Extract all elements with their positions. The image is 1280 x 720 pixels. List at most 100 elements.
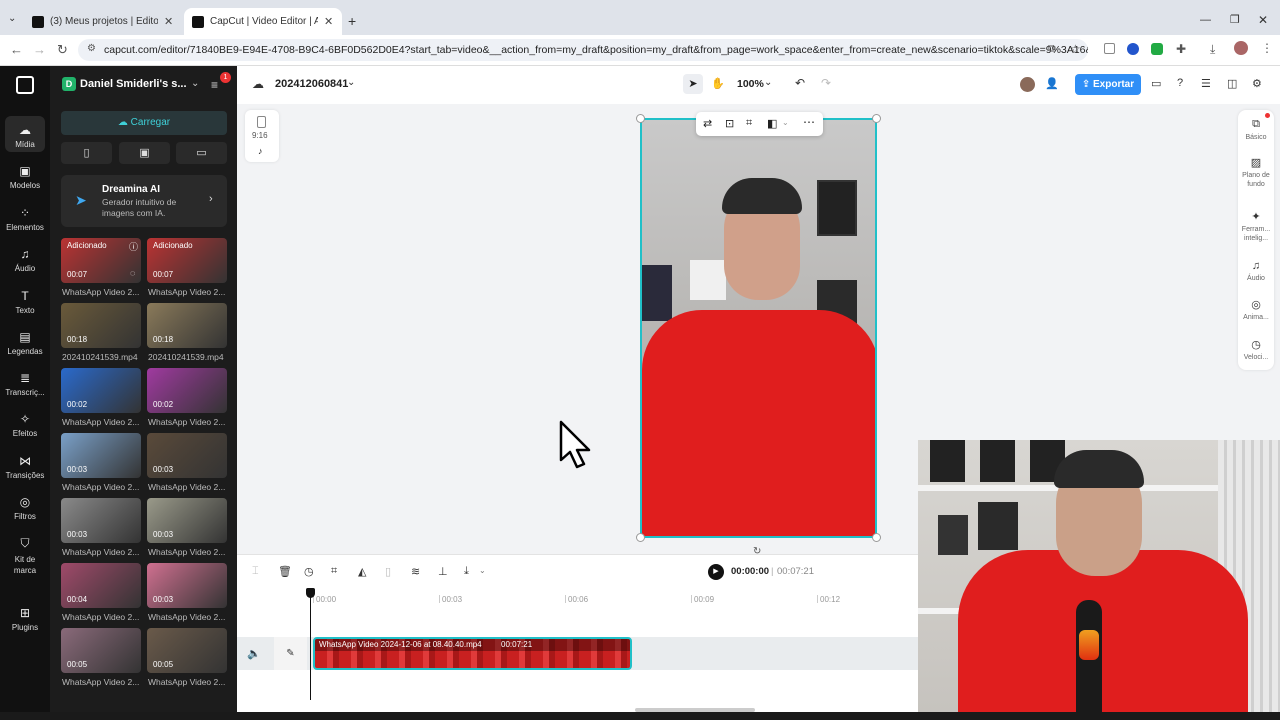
extension-icon[interactable] <box>1104 43 1115 54</box>
bookmark-star-icon[interactable]: ☆ <box>1070 42 1081 56</box>
delete-icon[interactable]: 🗑 <box>278 565 292 578</box>
rail-item-filters[interactable]: ◎ Filtros <box>0 495 50 521</box>
url-field[interactable]: ⚙ capcut.com/editor/71840BE9-E94E-4708-B… <box>78 39 1088 61</box>
media-thumbnail[interactable]: 00:03 <box>147 498 227 543</box>
media-thumbnail[interactable]: 00:03 <box>147 563 227 608</box>
workspace-name[interactable]: Daniel Smiderli's s... <box>80 78 187 90</box>
replace-icon[interactable]: ⇄ <box>703 117 712 130</box>
media-thumbnail[interactable]: 00:18 <box>147 303 227 348</box>
mask-icon[interactable]: ◧ <box>767 117 777 130</box>
download-icon[interactable]: ⤓ <box>1210 42 1215 57</box>
crop-icon[interactable]: ⌗ <box>746 117 752 130</box>
chevron-down-icon[interactable]: ⌄ <box>191 78 199 89</box>
record-camera-button[interactable]: ▣ <box>119 142 170 164</box>
chevron-down-icon[interactable]: ⌄ <box>347 77 355 88</box>
project-name[interactable]: 202412060841 <box>275 78 348 90</box>
profile-avatar[interactable] <box>1234 41 1248 55</box>
media-thumbnail[interactable]: 00:02 <box>61 368 141 413</box>
rail-item-cloud[interactable]: ☁ Mídia <box>0 123 50 149</box>
resize-handle[interactable] <box>872 533 881 542</box>
zoom-level[interactable]: 100% <box>737 78 764 90</box>
media-thumbnail[interactable]: 00:03 <box>147 433 227 478</box>
split-icon[interactable]: ⌶ <box>252 565 259 578</box>
close-tab-icon[interactable]: ✕ <box>324 15 333 28</box>
rail-item-brand-kit[interactable]: ⛉ Kit de marca <box>0 536 50 576</box>
dreamina-card[interactable]: ➤ Dreamina AI Gerador intuitivo de image… <box>61 175 227 227</box>
back-icon[interactable]: ← <box>10 42 23 57</box>
more-options-icon[interactable]: ⋯ <box>803 115 815 129</box>
extensions-puzzle-icon[interactable]: ✚ <box>1176 42 1186 56</box>
add-collaborator-icon[interactable]: 👤 <box>1045 77 1059 90</box>
tab-search-icon[interactable]: ⌄ <box>8 13 16 24</box>
rail-item-templates[interactable]: ▣ Modelos <box>0 164 50 190</box>
media-thumbnail[interactable]: 00:04 <box>61 563 141 608</box>
rail-item-transcript[interactable]: ≣ Transcriç... <box>0 371 50 397</box>
chevron-down-icon[interactable]: ⌄ <box>782 118 789 127</box>
media-thumbnail[interactable]: Adicionado 00:07 <box>147 238 227 283</box>
rail-item-music[interactable]: ♫ Áudio <box>0 247 50 273</box>
mute-track-icon[interactable]: 🔈 <box>247 647 261 660</box>
rail-item-transitions[interactable]: ⋈ Transições <box>0 454 50 480</box>
adjust-icon[interactable]: ≋ <box>411 565 420 578</box>
layers-icon[interactable]: ☰ <box>1201 77 1211 90</box>
site-info-icon[interactable]: ⚙ <box>87 43 96 54</box>
download-clip-icon[interactable]: ⤓ <box>464 565 469 578</box>
playhead-handle[interactable] <box>306 588 315 598</box>
minimize-icon[interactable]: — <box>1200 14 1211 26</box>
forward-icon[interactable]: → <box>33 42 46 57</box>
video-clip[interactable]: WhatsApp Video 2024-12-06 at 08.40.40.mp… <box>313 637 632 670</box>
media-thumbnail[interactable]: 00:03 <box>61 433 141 478</box>
rail-item-plugins[interactable]: ⊞ Plugins <box>0 606 50 632</box>
browser-menu-icon[interactable]: ⋮ <box>1261 41 1273 55</box>
window-close-icon[interactable]: ✕ <box>1258 13 1268 27</box>
close-tab-icon[interactable]: ✕ <box>164 15 173 28</box>
right-tool-audio[interactable]: ♫ Áudio <box>1238 260 1274 283</box>
media-thumbnail[interactable]: 00:05 <box>61 628 141 673</box>
media-thumbnail[interactable]: 00:18 <box>61 303 141 348</box>
rail-item-captions[interactable]: ▤ Legendas <box>0 330 50 356</box>
media-thumbnail[interactable]: 00:03 <box>61 498 141 543</box>
right-tool-basic[interactable]: ⧉ Básico <box>1238 118 1274 142</box>
browser-tab-editor[interactable]: CapCut | Video Editor | All-In-O ✕ <box>184 8 342 35</box>
aspect-ratio-card[interactable]: 9:16 ♪ <box>245 110 279 162</box>
extension-icon[interactable] <box>1151 43 1163 55</box>
layout-icon[interactable]: ◫ <box>1227 77 1237 90</box>
extension-icon[interactable] <box>1127 43 1139 55</box>
resize-handle[interactable] <box>872 114 881 123</box>
fit-icon[interactable]: ⊡ <box>725 117 734 130</box>
rail-item-text[interactable]: T Texto <box>0 289 50 315</box>
upload-button[interactable]: ☁ Carregar <box>61 111 227 135</box>
right-tool-speed[interactable]: ◷ Veloci... <box>1238 338 1274 362</box>
freeze-icon[interactable]: ▯ <box>385 565 391 578</box>
edit-cover-button[interactable]: ✎ <box>274 637 307 670</box>
playhead[interactable] <box>310 590 311 700</box>
new-tab-icon[interactable]: + <box>348 13 356 29</box>
hand-tool-icon[interactable]: ✋ <box>711 77 725 90</box>
resize-handle[interactable] <box>636 533 645 542</box>
record-screen-button[interactable]: ▭ <box>176 142 227 164</box>
help-icon[interactable]: ? <box>1177 77 1183 89</box>
restore-icon[interactable]: ❐ <box>1230 13 1240 26</box>
chevron-down-icon[interactable]: ⌄ <box>764 77 772 88</box>
play-button[interactable]: ▶ <box>708 564 724 580</box>
media-thumbnail[interactable]: 00:05 <box>147 628 227 673</box>
select-tool-button[interactable]: ➤ <box>683 74 703 94</box>
flip-icon[interactable]: ◭ <box>358 565 366 578</box>
install-icon[interactable]: ⧉ <box>1048 43 1056 56</box>
cloud-save-icon[interactable]: ☁ <box>252 77 264 91</box>
present-icon[interactable]: ▭ <box>1151 77 1161 90</box>
media-thumbnail[interactable]: 00:02 <box>147 368 227 413</box>
chevron-down-icon[interactable]: ⌄ <box>479 566 486 575</box>
export-button[interactable]: ⇪ Exportar <box>1075 74 1141 95</box>
undo-icon[interactable]: ↶ <box>795 76 805 90</box>
phone-source-button[interactable]: ▯ <box>61 142 112 164</box>
crop-icon[interactable]: ⌗ <box>331 565 337 578</box>
redo-icon[interactable]: ↷ <box>821 76 831 90</box>
reload-icon[interactable]: ↻ <box>57 42 68 58</box>
rail-item-effects[interactable]: ✧ Efeitos <box>0 412 50 438</box>
right-tool-background[interactable]: ▨ Plano de fundo <box>1238 156 1274 189</box>
info-icon[interactable]: ⓘ <box>129 240 138 253</box>
browser-tab-projects[interactable]: (3) Meus projetos | Editor de ✕ <box>24 8 182 35</box>
right-tool-animation[interactable]: ◎ Anima... <box>1238 298 1274 322</box>
notifications-menu-icon[interactable]: ≡ <box>211 78 218 92</box>
